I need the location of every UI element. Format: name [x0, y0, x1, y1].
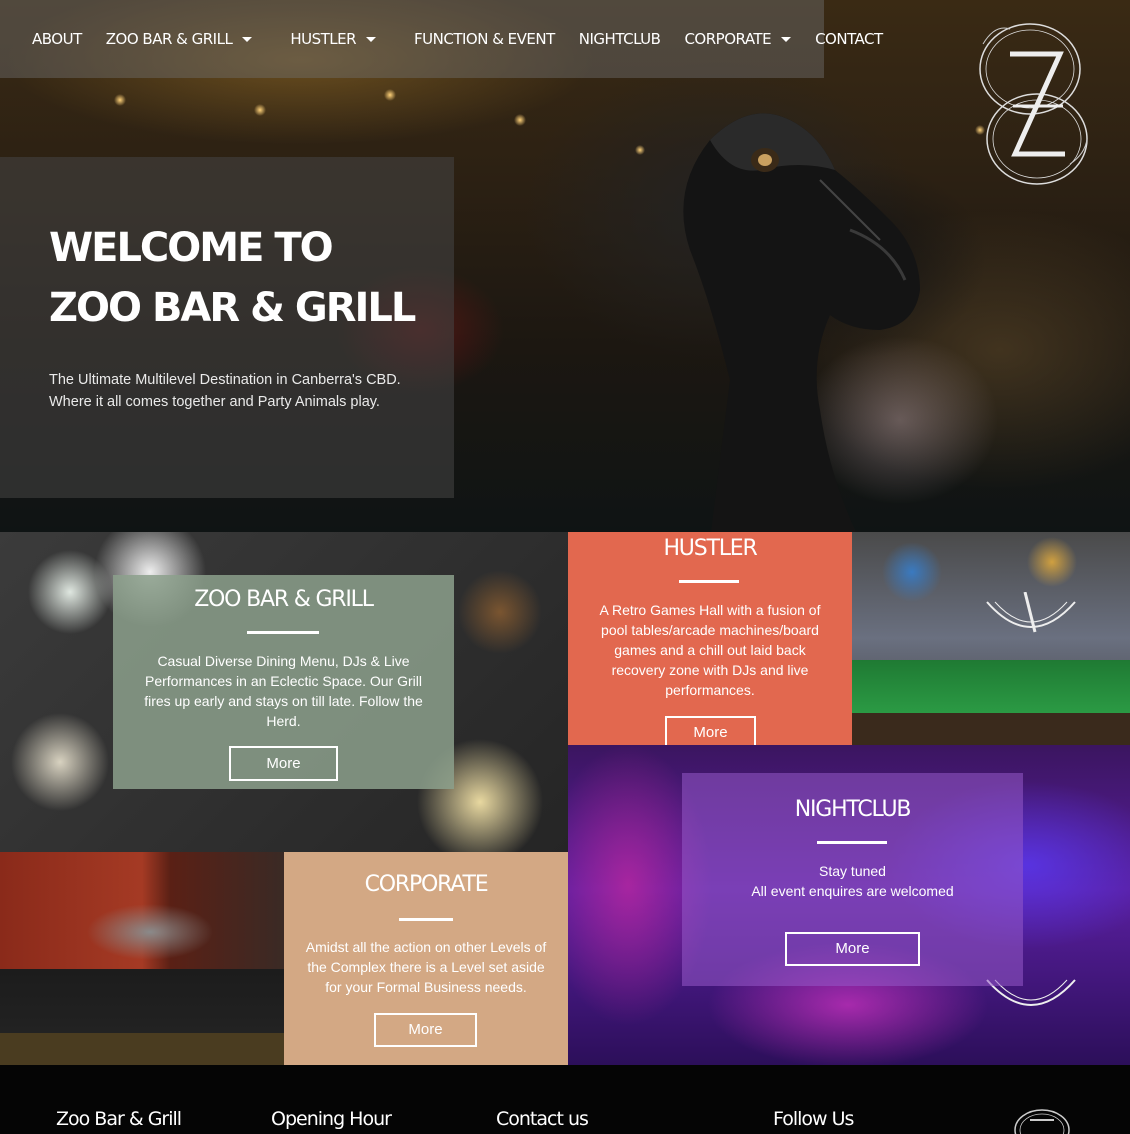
zoo-bar-grill-title: ZOO BAR & GRILL: [194, 587, 374, 612]
footer-heading-contact: Contact us: [496, 1108, 589, 1130]
main-nav: ABOUT ZOO BAR & GRILL HUSTLER FUNCTION &…: [0, 0, 883, 78]
nav-item-corporate[interactable]: CORPORATE: [684, 30, 792, 48]
chevron-down-icon: [242, 36, 253, 42]
nav-item-hustler[interactable]: HUSTLER: [290, 30, 377, 48]
hero-title-line-1: WELCOME TO: [49, 225, 334, 271]
nightclub-title: NIGHTCLUB: [794, 797, 912, 822]
horse-statue-image: [683, 113, 920, 532]
footer-logo-icon[interactable]: [1012, 1106, 1072, 1134]
footer-heading-follow: Follow Us: [773, 1108, 854, 1130]
hero-banner: ABOUT ZOO BAR & GRILL HUSTLER FUNCTION &…: [0, 0, 1130, 532]
hustler-divider: [679, 580, 739, 583]
nightclub-line-2: All event enquires are welcomed: [751, 883, 954, 899]
hustler-title: HUSTLER: [663, 536, 757, 561]
footer-heading-zoo: Zoo Bar & Grill: [56, 1108, 182, 1130]
hustler-card: HUSTLER A Retro Games Hall with a fusion…: [568, 532, 852, 749]
chevron-down-icon: [781, 36, 792, 42]
nav-item-function-event[interactable]: FUNCTION & EVENT: [414, 30, 555, 48]
nav-item-about[interactable]: ABOUT: [32, 30, 82, 48]
corporate-divider: [399, 918, 453, 921]
corporate-more-button[interactable]: More: [374, 1013, 477, 1047]
chevron-down-icon: [366, 36, 377, 42]
nav-item-nightclub[interactable]: NIGHTCLUB: [579, 30, 661, 48]
hustler-description: A Retro Games Hall with a fusion of pool…: [599, 602, 821, 698]
nav-item-contact[interactable]: CONTACT: [815, 30, 883, 48]
corporate-card: CORPORATE Amidst all the action on other…: [284, 852, 568, 1065]
zoo-logo-icon[interactable]: [975, 14, 1093, 194]
hero-subtitle: The Ultimate Multilevel Destination in C…: [49, 372, 401, 410]
hero-title: WELCOME TO ZOO BAR & GRILL: [49, 218, 439, 338]
nightclub-more-button[interactable]: More: [785, 932, 920, 966]
corporate-title: CORPORATE: [364, 872, 489, 897]
nightclub-line-1: Stay tuned: [819, 863, 886, 879]
hero-title-line-2: ZOO BAR & GRILL: [49, 285, 416, 331]
corporate-meeting-room-image: [0, 852, 284, 1065]
logo-fragment-icon: [986, 592, 1076, 633]
footer-heading-opening-hour: Opening Hour: [271, 1108, 392, 1130]
nightclub-card: NIGHTCLUB Stay tuned All event enquires …: [682, 773, 1023, 986]
zoo-description: Casual Diverse Dining Menu, DJs & Live P…: [144, 653, 423, 729]
zoo-more-button[interactable]: More: [229, 746, 338, 781]
corporate-description: Amidst all the action on other Levels of…: [305, 939, 547, 995]
zoo-divider: [247, 631, 319, 634]
nav-item-zoo-bar-grill[interactable]: ZOO BAR & GRILL: [106, 30, 253, 48]
nightclub-divider: [817, 841, 887, 844]
zoo-bar-grill-card: ZOO BAR & GRILL Casual Diverse Dining Me…: [113, 575, 454, 789]
